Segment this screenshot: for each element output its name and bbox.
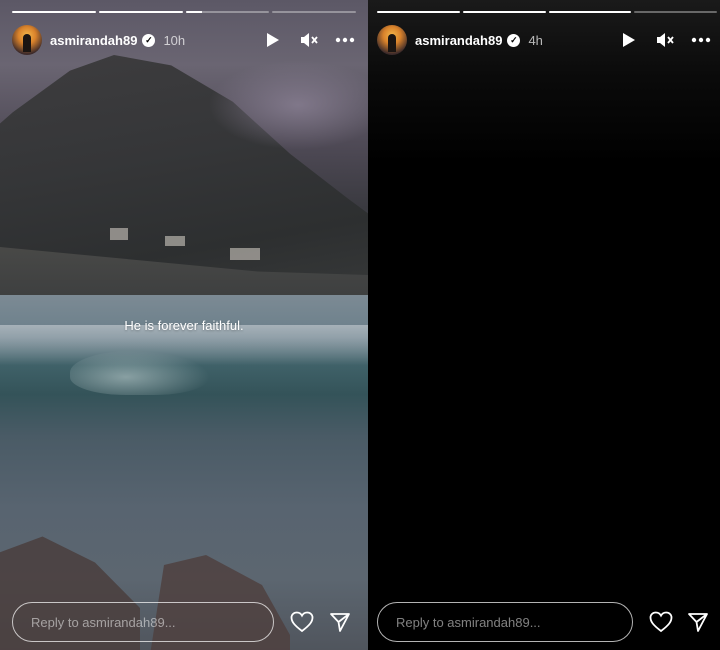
progress-segment xyxy=(185,11,270,13)
post-time: 4h xyxy=(528,32,543,48)
mute-icon[interactable] xyxy=(654,29,676,51)
heart-icon[interactable] xyxy=(647,608,675,636)
story-panel-left: asmirandah89 ✓ 10h He is forever faithfu… xyxy=(0,0,368,650)
post-time: 10h xyxy=(163,32,186,48)
reply-input[interactable] xyxy=(377,602,633,642)
progress-segment xyxy=(634,11,717,13)
story-header: asmirandah89 ✓ 4h xyxy=(377,24,712,56)
progress-segment xyxy=(462,11,546,13)
avatar[interactable] xyxy=(12,25,42,55)
send-icon[interactable] xyxy=(685,608,713,636)
progress-segment xyxy=(548,11,632,13)
more-icon[interactable] xyxy=(334,29,356,51)
more-icon[interactable] xyxy=(690,29,712,51)
heart-icon[interactable] xyxy=(288,608,316,636)
progress-segment xyxy=(377,11,460,13)
progress-segment xyxy=(12,11,96,13)
reply-bar xyxy=(12,602,358,642)
story-progress xyxy=(12,11,356,13)
reply-bar xyxy=(377,602,712,642)
story-progress xyxy=(377,11,717,13)
story-caption: He is forever faithful. xyxy=(124,318,244,333)
play-icon[interactable] xyxy=(262,29,284,51)
story-header: asmirandah89 ✓ 10h xyxy=(12,24,356,56)
username[interactable]: asmirandah89 xyxy=(415,33,502,48)
username[interactable]: asmirandah89 xyxy=(50,33,137,48)
verified-badge-icon: ✓ xyxy=(142,33,156,47)
avatar[interactable] xyxy=(377,25,407,55)
mute-icon[interactable] xyxy=(298,29,320,51)
story-panel-right: asmirandah89 ✓ 4h xyxy=(368,0,720,650)
play-icon[interactable] xyxy=(618,29,640,51)
send-icon[interactable] xyxy=(326,608,354,636)
story-image[interactable] xyxy=(368,0,720,650)
progress-segment xyxy=(98,11,183,13)
reply-input[interactable] xyxy=(12,602,274,642)
progress-segment xyxy=(272,11,356,13)
verified-badge-icon: ✓ xyxy=(507,33,521,47)
